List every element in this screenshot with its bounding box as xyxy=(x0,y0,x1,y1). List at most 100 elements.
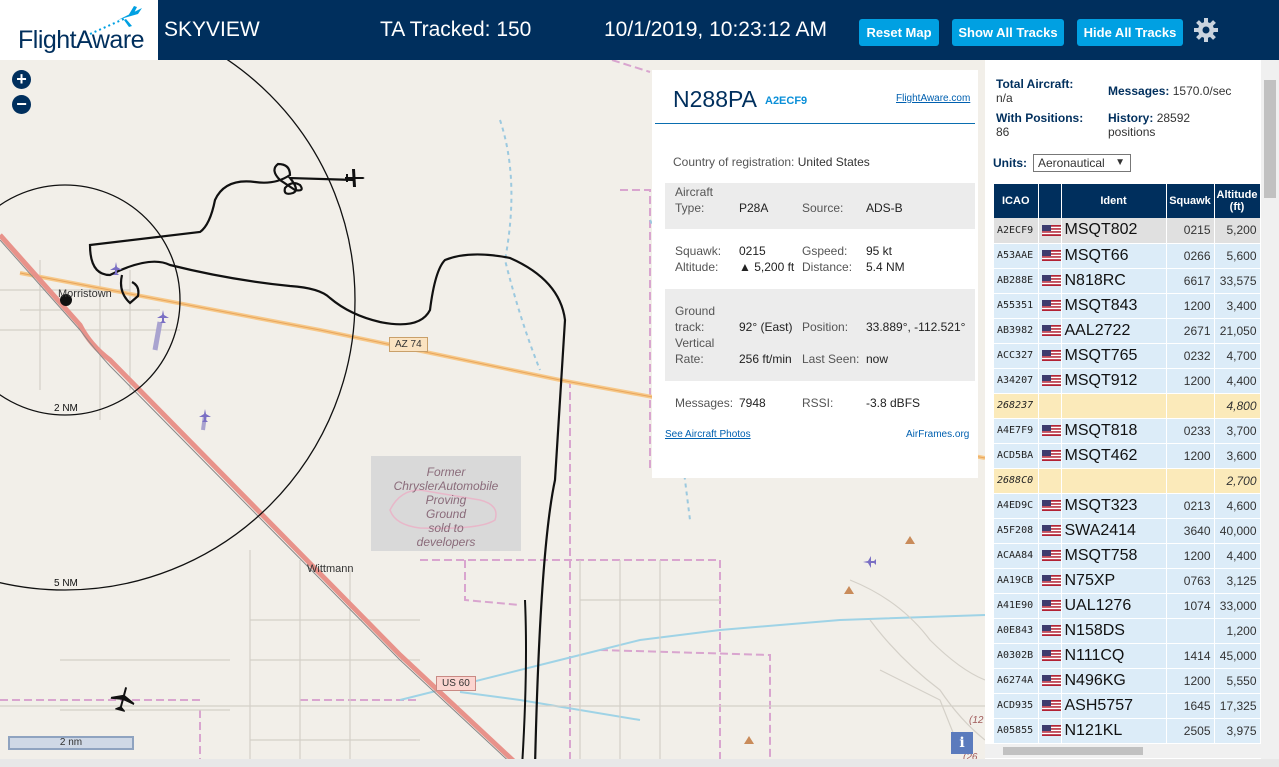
row-flag xyxy=(1038,418,1062,444)
table-row[interactable]: AB288E N818RC 6617 33,575 xyxy=(994,268,1260,294)
table-row[interactable]: A2ECF9 MSQT802 0215 5,200 xyxy=(994,218,1260,244)
aircraft-icon[interactable] xyxy=(156,310,170,324)
aircraft-table-header: ICAO Ident Squawk Altitude (ft) xyxy=(994,184,1260,218)
table-row[interactable]: AA19CB N75XP 0763 3,125 xyxy=(994,568,1260,594)
horizontal-scrollbar[interactable] xyxy=(985,744,1261,758)
aircraft-icon[interactable] xyxy=(863,555,877,569)
table-row[interactable]: 268237 4,800 xyxy=(994,393,1260,419)
show-all-tracks-button[interactable]: Show All Tracks xyxy=(952,19,1064,46)
reset-map-button[interactable]: Reset Map xyxy=(859,19,939,46)
aircraft-table-container[interactable]: ICAO Ident Squawk Altitude (ft) A2ECF9 MS… xyxy=(994,184,1260,744)
row-altitude: 5,200 xyxy=(1214,218,1260,244)
table-row[interactable]: A34207 MSQT912 1200 4,400 xyxy=(994,368,1260,394)
country-value: United States xyxy=(797,155,870,169)
aircraft-icon-selected[interactable] xyxy=(343,166,367,190)
gspeed-label: Gspeed: xyxy=(802,244,848,258)
row-ident: MSQT912 xyxy=(1061,368,1167,394)
aircraft-photos-link[interactable]: See Aircraft Photos xyxy=(665,429,751,440)
total-aircraft-value: n/a xyxy=(996,91,1013,105)
table-row[interactable]: ACC327 MSQT765 0232 4,700 xyxy=(994,343,1260,369)
us-flag-icon xyxy=(1041,525,1060,537)
row-icao: ACD5BA xyxy=(994,443,1039,469)
column-header-ident[interactable]: Ident xyxy=(1061,184,1167,218)
table-row[interactable]: A6274A N496KG 1200 5,550 xyxy=(994,668,1260,694)
table-row[interactable]: A53AAE MSQT66 0266 5,600 xyxy=(994,243,1260,269)
us-flag-icon xyxy=(1041,625,1060,637)
vertical-scrollbar-thumb[interactable] xyxy=(1264,80,1276,198)
flightaware-link[interactable]: FlightAware.com xyxy=(896,93,970,104)
row-squawk: 0232 xyxy=(1166,343,1215,369)
row-squawk: 0215 xyxy=(1166,218,1215,244)
row-icao: A5F208 xyxy=(994,518,1039,544)
row-altitude: 5,600 xyxy=(1214,243,1260,269)
row-ident: MSQT802 xyxy=(1061,218,1167,244)
vertical-scrollbar[interactable] xyxy=(1261,60,1279,767)
row-icao: AA19CB xyxy=(994,568,1039,594)
aircraft-icon[interactable] xyxy=(109,262,123,276)
range-ring-label-2nm: 2 NM xyxy=(54,403,78,414)
column-header-altitude[interactable]: Altitude (ft) xyxy=(1214,184,1260,218)
table-row[interactable]: ACAA84 MSQT758 1200 4,400 xyxy=(994,543,1260,569)
row-altitude: 3,700 xyxy=(1214,418,1260,444)
detail-block-squawk: Squawk: 0215 Gspeed: 95 kt Altitude: ▲ 5… xyxy=(665,239,975,279)
row-ident: AAL2722 xyxy=(1061,318,1167,344)
aircraft-table: ICAO Ident Squawk Altitude (ft) A2ECF9 MS… xyxy=(994,184,1260,744)
table-row[interactable]: A4ED9C MSQT323 0213 4,600 xyxy=(994,493,1260,519)
range-ring-label-5nm: 5 NM xyxy=(54,578,78,589)
row-altitude: 5,550 xyxy=(1214,668,1260,694)
aircraft-icon[interactable] xyxy=(198,409,212,423)
messages-rate-label: Messages: xyxy=(1108,84,1170,98)
table-row[interactable]: A41E90 UAL1276 1074 33,000 xyxy=(994,593,1260,619)
map-info-button[interactable]: i xyxy=(951,732,973,754)
detail-icao: A2ECF9 xyxy=(765,95,808,107)
proving-ground-label: Former ChryslerAutomobile Proving Ground… xyxy=(393,465,499,549)
units-label: Units: xyxy=(993,156,1027,170)
airframes-link[interactable]: AirFrames.org xyxy=(906,429,969,440)
app-title: SKYVIEW xyxy=(164,18,260,41)
row-icao: A2ECF9 xyxy=(994,218,1039,244)
table-row[interactable]: A05855 N121KL 2505 3,975 xyxy=(994,718,1260,744)
zoom-in-button[interactable]: + xyxy=(12,70,31,89)
row-flag xyxy=(1038,393,1062,419)
column-header-icao[interactable]: ICAO xyxy=(994,184,1039,218)
row-flag xyxy=(1038,543,1062,569)
table-row[interactable]: ACD935 ASH5757 1645 17,325 xyxy=(994,693,1260,719)
gear-icon[interactable] xyxy=(1193,17,1219,43)
table-row[interactable]: A5F208 SWA2414 3640 40,000 xyxy=(994,518,1260,544)
chevron-down-icon: ▼ xyxy=(1115,157,1125,168)
row-flag xyxy=(1038,493,1062,519)
table-row[interactable]: A0E843 N158DS 1,200 xyxy=(994,618,1260,644)
table-row[interactable]: A0302B N111CQ 1414 45,000 xyxy=(994,643,1260,669)
horizontal-scrollbar-thumb[interactable] xyxy=(1003,747,1143,755)
table-row[interactable]: 2688C0 2,700 xyxy=(994,468,1260,494)
row-icao: AB3982 xyxy=(994,318,1039,344)
flightaware-logo[interactable]: FlightAware xyxy=(0,0,158,60)
aircraft-icon-large[interactable] xyxy=(110,686,136,712)
column-header-flag[interactable] xyxy=(1038,184,1062,218)
row-altitude: 3,975 xyxy=(1214,718,1260,744)
row-icao: ACAA84 xyxy=(994,543,1039,569)
row-ident: N818RC xyxy=(1061,268,1167,294)
row-squawk: 0233 xyxy=(1166,418,1215,444)
aircraft-list-sidebar: Total Aircraft: n/a Messages: 1570.0/sec… xyxy=(985,60,1279,767)
total-aircraft-stat: Total Aircraft: n/a xyxy=(996,77,1073,105)
table-row[interactable]: A55351 MSQT843 1200 3,400 xyxy=(994,293,1260,319)
aircraft-detail-panel: N288PA A2ECF9 FlightAware.com Country of… xyxy=(652,70,978,478)
table-row[interactable]: AB3982 AAL2722 2671 21,050 xyxy=(994,318,1260,344)
messages-rate-value: 1570.0/sec xyxy=(1172,84,1232,98)
lastseen-label: Last Seen: xyxy=(802,352,860,366)
road-label-az74: AZ 74 xyxy=(389,337,428,352)
row-squawk: 3640 xyxy=(1166,518,1215,544)
track-value: 92° (East) xyxy=(739,320,793,334)
table-row[interactable]: A4E7F9 MSQT818 0233 3,700 xyxy=(994,418,1260,444)
row-squawk: 1645 xyxy=(1166,693,1215,719)
row-icao: A53AAE xyxy=(994,243,1039,269)
table-row[interactable]: ACD5BA MSQT462 1200 3,600 xyxy=(994,443,1260,469)
row-squawk: 1074 xyxy=(1166,593,1215,619)
hide-all-tracks-button[interactable]: Hide All Tracks xyxy=(1077,19,1183,46)
row-flag xyxy=(1038,643,1062,669)
zoom-out-button[interactable]: − xyxy=(12,95,31,114)
row-altitude: 3,600 xyxy=(1214,443,1260,469)
units-select[interactable]: Aeronautical ▼ xyxy=(1033,154,1131,172)
column-header-squawk[interactable]: Squawk xyxy=(1166,184,1215,218)
